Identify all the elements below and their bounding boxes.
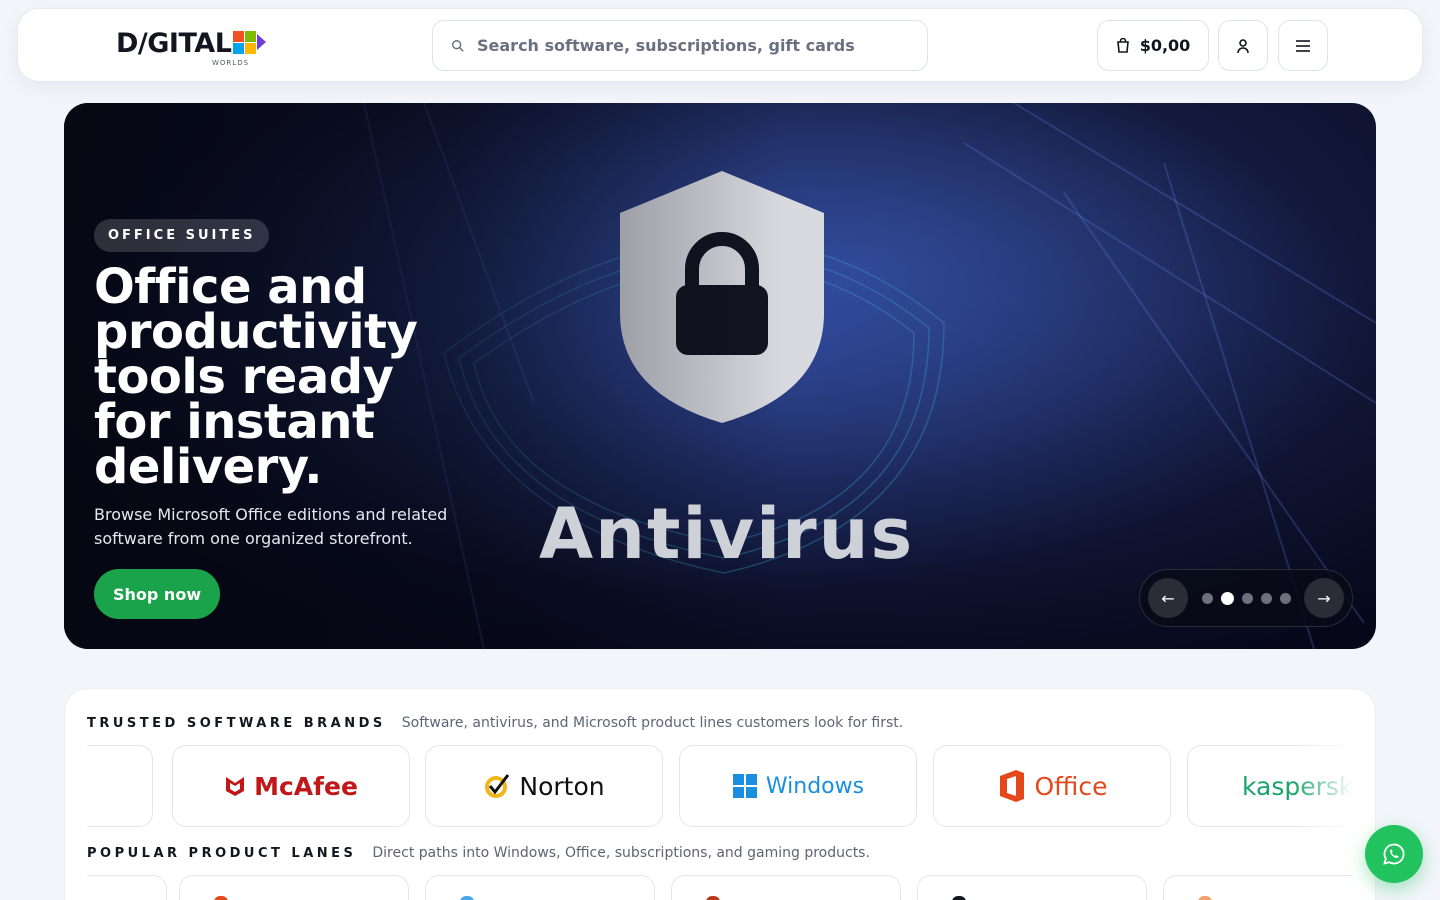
brand-carousel: McAfee Norton Windows Office — [87, 745, 1353, 827]
account-button[interactable] — [1218, 20, 1268, 71]
carousel-dot[interactable] — [1260, 592, 1272, 604]
carousel-fade — [1293, 745, 1353, 827]
lanes-title: POPULAR PRODUCT LANES — [87, 846, 357, 861]
logo-subtext: WORLDS — [212, 59, 250, 67]
cart-total: $0,00 — [1139, 36, 1191, 55]
lane-card[interactable] — [425, 875, 655, 900]
bag-icon — [1116, 38, 1129, 53]
hero-banner: Antivirus OFFICE SUITES Office and produ… — [64, 103, 1376, 649]
lane-thumbnail-icon — [214, 896, 228, 900]
brand-name: McAfee — [254, 771, 358, 801]
carousel-next-button[interactable]: → — [1304, 578, 1344, 618]
brands-header: TRUSTED SOFTWARE BRANDS Software, antivi… — [87, 715, 903, 731]
brand-card-mcafee[interactable]: McAfee — [172, 745, 410, 827]
windows-logo-icon — [732, 774, 757, 798]
brand-card-norton[interactable]: Norton — [425, 745, 663, 827]
search-bar[interactable] — [432, 20, 928, 71]
brands-title: TRUSTED SOFTWARE BRANDS — [87, 716, 386, 731]
menu-icon — [1296, 39, 1310, 52]
carousel-dot[interactable] — [1201, 592, 1213, 604]
lane-thumbnail-icon — [952, 896, 966, 900]
hero-title: Office and productivity tools ready for … — [94, 259, 418, 495]
lane-card[interactable] — [671, 875, 901, 900]
brand-name: Windows — [765, 773, 865, 799]
logo-text: D/GITAL — [116, 28, 232, 59]
menu-button[interactable] — [1278, 20, 1328, 71]
site-header: D/GITAL WORLDS $0,00 — [17, 8, 1423, 82]
brands-subtitle: Software, antivirus, and Microsoft produ… — [401, 715, 904, 731]
whatsapp-icon — [1383, 843, 1405, 865]
brand-card-partial[interactable] — [87, 745, 153, 827]
carousel-dot[interactable] — [1220, 591, 1234, 605]
lane-thumbnail-icon — [706, 896, 720, 900]
logo-arrow-icon — [257, 34, 267, 50]
whatsapp-chat-button[interactable] — [1365, 825, 1423, 883]
mcafee-shield-icon — [226, 777, 245, 796]
logo-mark-icon — [233, 31, 257, 54]
search-input[interactable] — [477, 36, 897, 55]
lane-card[interactable] — [1163, 875, 1353, 900]
lanes-carousel — [87, 875, 1353, 900]
brand-name: Norton — [519, 771, 605, 801]
lane-thumbnail-icon — [460, 896, 474, 900]
lanes-subtitle: Direct paths into Windows, Office, subsc… — [372, 845, 870, 861]
lane-card[interactable] — [87, 875, 167, 900]
brand-card-windows[interactable]: Windows — [679, 745, 917, 827]
carousel-prev-button[interactable]: ← — [1148, 578, 1188, 618]
brand-name: Office — [1034, 771, 1108, 801]
brand-card-office[interactable]: Office — [933, 745, 1171, 827]
logo[interactable]: D/GITAL WORLDS — [116, 27, 267, 67]
lane-thumbnail-icon — [1198, 896, 1212, 900]
carousel-controls: ← → — [1139, 569, 1353, 627]
office-logo-icon — [999, 770, 1024, 802]
carousel-dots — [1201, 591, 1291, 605]
category-badge: OFFICE SUITES — [94, 219, 270, 252]
hero-description: Browse Microsoft Office editions and rel… — [94, 505, 448, 548]
cart-button[interactable]: $0,00 — [1097, 20, 1209, 71]
brands-panel: TRUSTED SOFTWARE BRANDS Software, antivi… — [64, 688, 1376, 900]
lane-card[interactable] — [917, 875, 1147, 900]
norton-check-icon — [485, 774, 510, 798]
carousel-dot[interactable] — [1279, 592, 1291, 604]
hero-image-word: Antivirus — [539, 493, 915, 575]
lanes-header: POPULAR PRODUCT LANES Direct paths into … — [87, 845, 870, 861]
user-icon — [1237, 38, 1249, 53]
search-icon — [452, 39, 464, 52]
lane-card[interactable] — [179, 875, 409, 900]
shop-now-button[interactable]: Shop now — [94, 569, 221, 619]
carousel-dot[interactable] — [1241, 592, 1253, 604]
